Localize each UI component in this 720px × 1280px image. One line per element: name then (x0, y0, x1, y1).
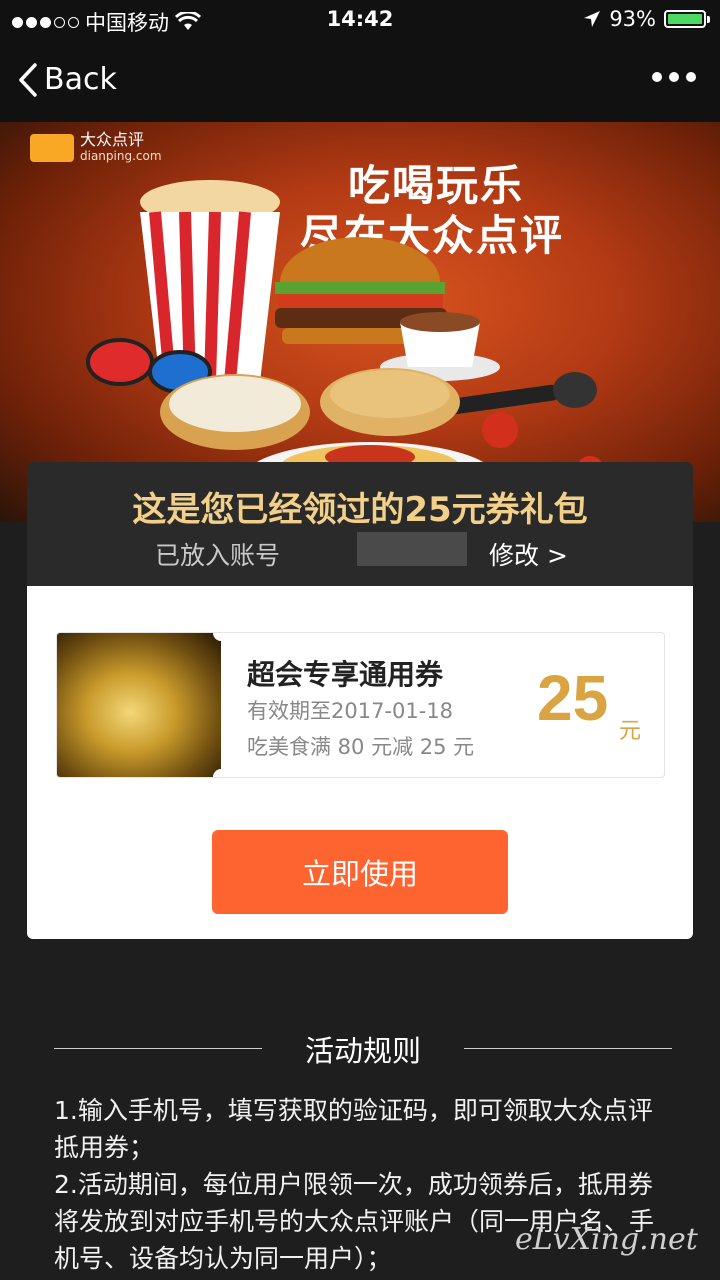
coupon-condition: 吃美食满 80 元减 25 元 (247, 735, 475, 759)
logo-badge-icon (30, 134, 74, 162)
location-arrow-icon (584, 11, 601, 27)
coupon-package-header: 这是您已经领过的25元券礼包 已放入账号 修改 > (27, 462, 693, 586)
watermark-text: eLvXing.net (515, 1222, 698, 1257)
rules-heading: 活动规则 (54, 1028, 672, 1068)
package-title: 这是您已经领过的25元券礼包 (132, 490, 588, 530)
masked-account-number (357, 532, 467, 566)
coupon-expiry: 有效期至2017-01-18 (247, 699, 454, 723)
more-options-icon[interactable] (652, 72, 696, 82)
navigation-bar: Back (0, 40, 720, 122)
use-now-button[interactable]: 立即使用 (212, 830, 508, 914)
popcorn-icon (140, 180, 280, 383)
rule-item: 1.输入手机号，填写获取的验证码，即可领取大众点评抵用券； (54, 1096, 653, 1162)
chevron-left-icon (19, 62, 37, 97)
coupon-notch-bottom (213, 769, 229, 777)
divider-right (464, 1048, 672, 1049)
dim-sum-steamer-icon (160, 368, 460, 450)
account-label: 已放入账号 (155, 541, 281, 570)
coupon-currency-unit: 元 (619, 719, 642, 744)
coupon-item[interactable]: 超会专享通用券 有效期至2017-01-18 吃美食满 80 元减 25 元 2… (56, 632, 665, 778)
back-label: Back (44, 62, 117, 97)
coupon-name: 超会专享通用券 (247, 658, 444, 691)
coupon-card: 超会专享通用券 有效期至2017-01-18 吃美食满 80 元减 25 元 2… (27, 586, 693, 939)
status-bar: 中国移动 14:42 93% (0, 0, 720, 40)
rules-title: 活动规则 (304, 1034, 421, 1068)
dianping-logo: 大众点评 dianping.com (30, 132, 162, 164)
modify-account-link[interactable]: 修改 > (489, 536, 568, 572)
logo-url: dianping.com (80, 149, 162, 163)
gold-ingot-image (57, 633, 221, 777)
back-button[interactable]: Back (18, 62, 117, 97)
status-right: 93% (583, 7, 710, 31)
battery-percent: 93% (609, 7, 656, 31)
battery-icon (664, 10, 710, 28)
coupon-amount: 25 (537, 662, 609, 734)
food-illustration (86, 180, 604, 512)
logo-name: 大众点评 (80, 130, 145, 149)
